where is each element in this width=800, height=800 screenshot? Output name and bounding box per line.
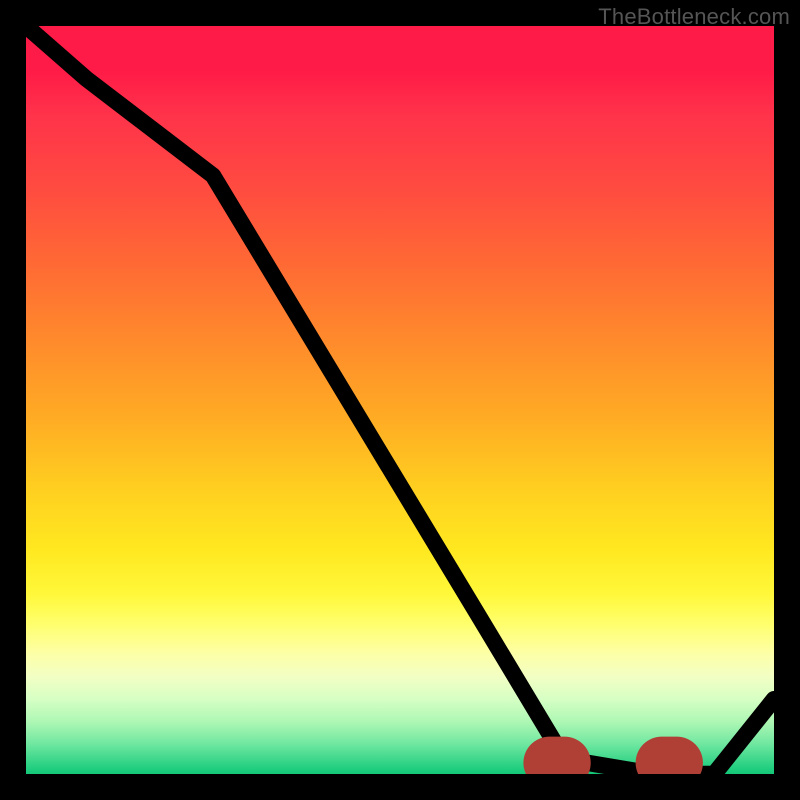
plot-area bbox=[26, 26, 774, 774]
chart-svg bbox=[26, 26, 774, 774]
bottleneck-curve bbox=[26, 26, 774, 774]
chart-canvas: TheBottleneck.com bbox=[0, 0, 800, 800]
